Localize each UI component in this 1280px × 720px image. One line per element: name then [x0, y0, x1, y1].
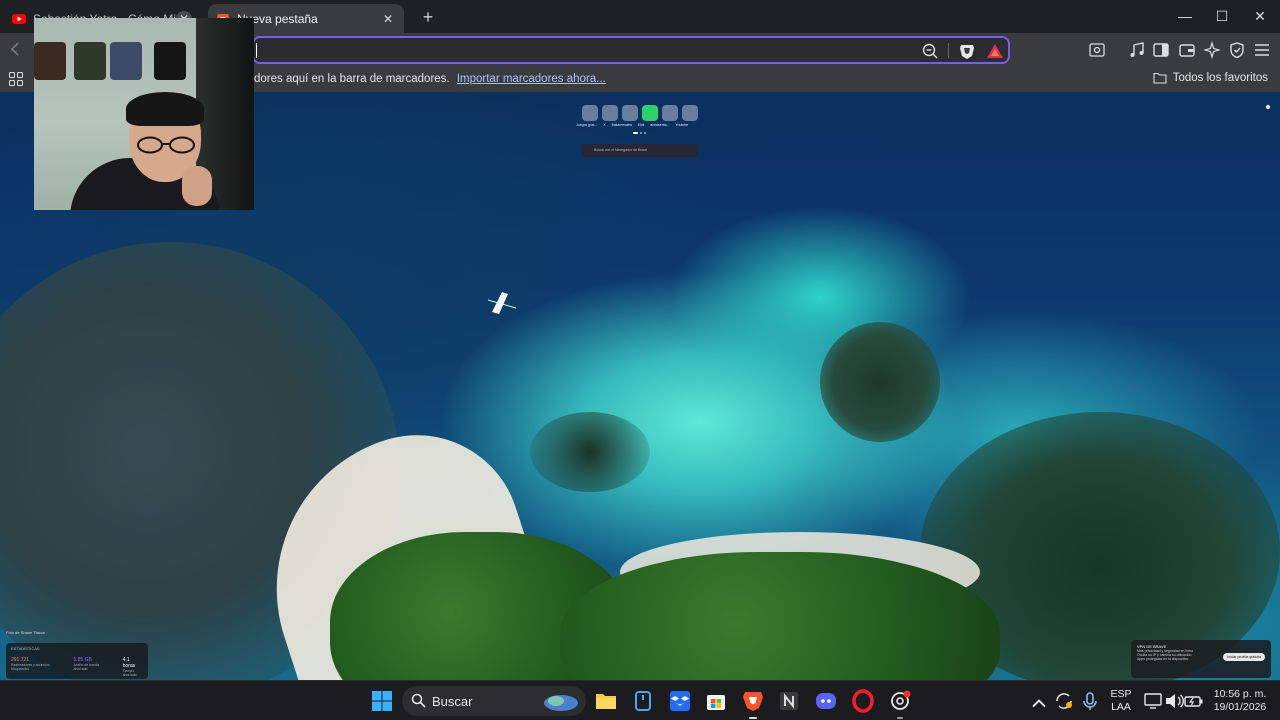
input-language[interactable]: ESP LAA: [1108, 688, 1134, 714]
speed-dial-label: Matamesaba: [611, 123, 632, 127]
brave-browser-icon[interactable]: [741, 689, 765, 713]
close-window-button[interactable]: ✕: [1250, 6, 1270, 26]
chevron-left-icon: [10, 42, 19, 56]
youtube-icon: [12, 13, 26, 24]
stats-bandwidth-label: Ancho de banda ahorrado: [73, 663, 99, 671]
sync-icon[interactable]: [1052, 689, 1076, 713]
settings-gear-icon[interactable]: [1265, 104, 1271, 110]
person-hair-image: [126, 92, 204, 126]
vpn-promo-card: VPN DE BRAVE Más privacidad y seguridad …: [1131, 640, 1271, 678]
tab-title: Nueva pestaña: [237, 11, 318, 26]
webcam-overlay: [34, 18, 254, 210]
microsoft-store-icon[interactable]: [704, 689, 728, 713]
active-app-indicator: [749, 717, 757, 719]
bookmarks-prompt: dores aquí en la barra de marcadores. Im…: [254, 73, 606, 85]
wall-frame-image: [34, 42, 66, 80]
speed-dial: [582, 105, 698, 121]
page-dots[interactable]: [633, 132, 649, 134]
search-placeholder: Busca con el Navegador de Brave: [594, 148, 648, 152]
reef-shape: [820, 322, 940, 442]
battery-icon[interactable]: [1182, 689, 1206, 713]
speed-dial-labels: Juegos grat... X Matamesaba Kick almasen…: [576, 123, 688, 127]
all-bookmarks-label: Todos los favoritos: [1172, 72, 1268, 84]
speed-dial-tile[interactable]: [602, 105, 618, 121]
vpn-trial-button[interactable]: Iniciar prueba gratuita: [1223, 653, 1265, 661]
language-code: ESP: [1110, 688, 1132, 700]
hand-image: [182, 166, 212, 206]
taskbar-search[interactable]: Buscar: [402, 686, 586, 716]
discord-icon[interactable]: [814, 689, 838, 713]
boat-image: [487, 292, 517, 314]
address-bar[interactable]: [252, 36, 1010, 64]
app-icon[interactable]: [631, 689, 655, 713]
clock[interactable]: 10:56 p. m. 19/01/2026: [1206, 688, 1274, 714]
running-app-indicator: [897, 717, 903, 719]
speed-dial-label: Youtube: [675, 123, 689, 127]
windows-start-icon[interactable]: [370, 689, 394, 713]
search-icon: [411, 693, 426, 708]
all-bookmarks-button[interactable]: Todos los favoritos: [1153, 72, 1268, 84]
sidebar-icon[interactable]: [1152, 41, 1170, 59]
new-tab-button[interactable]: +: [418, 7, 438, 28]
stats-time-label: Tiempo ahorrado: [122, 669, 137, 677]
wall-frame-twitch-image: [110, 42, 142, 80]
wallet-icon[interactable]: [1178, 41, 1196, 59]
speed-dial-label: X: [603, 123, 606, 127]
speed-dial-label: Juegos grat...: [576, 123, 598, 127]
notion-icon[interactable]: [777, 689, 801, 713]
folder-icon: [1153, 72, 1167, 84]
stats-title: ESTADÍSTICAS: [11, 646, 40, 651]
file-explorer-icon[interactable]: [594, 689, 618, 713]
separator: [948, 43, 949, 58]
keyboard-layout: LAA: [1111, 701, 1131, 713]
text-caret: [256, 43, 257, 58]
stats-time-value: 4,1 horas: [122, 657, 136, 669]
microphone-icon[interactable]: [1078, 689, 1102, 713]
speed-dial-tile[interactable]: [622, 105, 638, 121]
windows-taskbar: Buscar ESP LAA 10:56 p. m. 19/01/2026: [0, 680, 1280, 720]
stats-trackers-label: Rastreadores y anuncios bloqueados: [11, 663, 50, 671]
speed-dial-tile[interactable]: [582, 105, 598, 121]
opera-icon[interactable]: [851, 689, 875, 713]
maximize-button[interactable]: ☐: [1212, 6, 1232, 26]
speed-dial-tile[interactable]: [662, 105, 678, 121]
reef-shape: [530, 412, 650, 492]
taskbar-search-label: Buscar: [432, 694, 473, 709]
brave-rewards-icon[interactable]: [986, 42, 1004, 60]
menu-icon[interactable]: [1253, 41, 1271, 59]
new-tab-search-input[interactable]: Busca con el Navegador de Brave: [582, 144, 698, 157]
wall-frame-image: [154, 42, 186, 80]
clock-date: 19/01/2026: [1213, 701, 1267, 713]
speed-dial-tile-kick[interactable]: [642, 105, 658, 121]
media-icon[interactable]: [1128, 41, 1146, 59]
stats-widget: ESTADÍSTICAS 291.721 Rastreadores y anunc…: [6, 643, 148, 679]
leo-ai-icon[interactable]: [1203, 41, 1221, 59]
clock-time: 10:56 p. m.: [1213, 688, 1267, 700]
bookmarks-prompt-text: dores aquí en la barra de marcadores.: [254, 73, 450, 85]
dropbox-icon[interactable]: [668, 689, 692, 713]
vpn-icon[interactable]: [1228, 41, 1246, 59]
speed-dial-label: Kick: [637, 123, 645, 127]
tab-close-button[interactable]: ✕: [380, 11, 396, 27]
minimize-button[interactable]: —: [1175, 6, 1195, 26]
back-button[interactable]: [10, 41, 20, 62]
speed-dial-label: almasenta...: [650, 123, 670, 127]
search-highlight-image: [544, 695, 578, 711]
wall-frame-image: [74, 42, 106, 80]
speed-dial-tile[interactable]: [682, 105, 698, 121]
screenshot-icon[interactable]: [1088, 41, 1106, 59]
brave-shields-icon[interactable]: [958, 42, 976, 60]
chevron-up-icon[interactable]: [1027, 691, 1051, 715]
zoom-icon[interactable]: [921, 42, 939, 60]
apps-grid-icon[interactable]: [9, 72, 23, 86]
photo-credit[interactable]: Foto de Shane Tilston: [6, 630, 45, 635]
chatgpt-icon[interactable]: [888, 689, 912, 713]
glasses-image: [137, 136, 195, 154]
import-bookmarks-link[interactable]: Importar marcadores ahora...: [457, 73, 606, 85]
